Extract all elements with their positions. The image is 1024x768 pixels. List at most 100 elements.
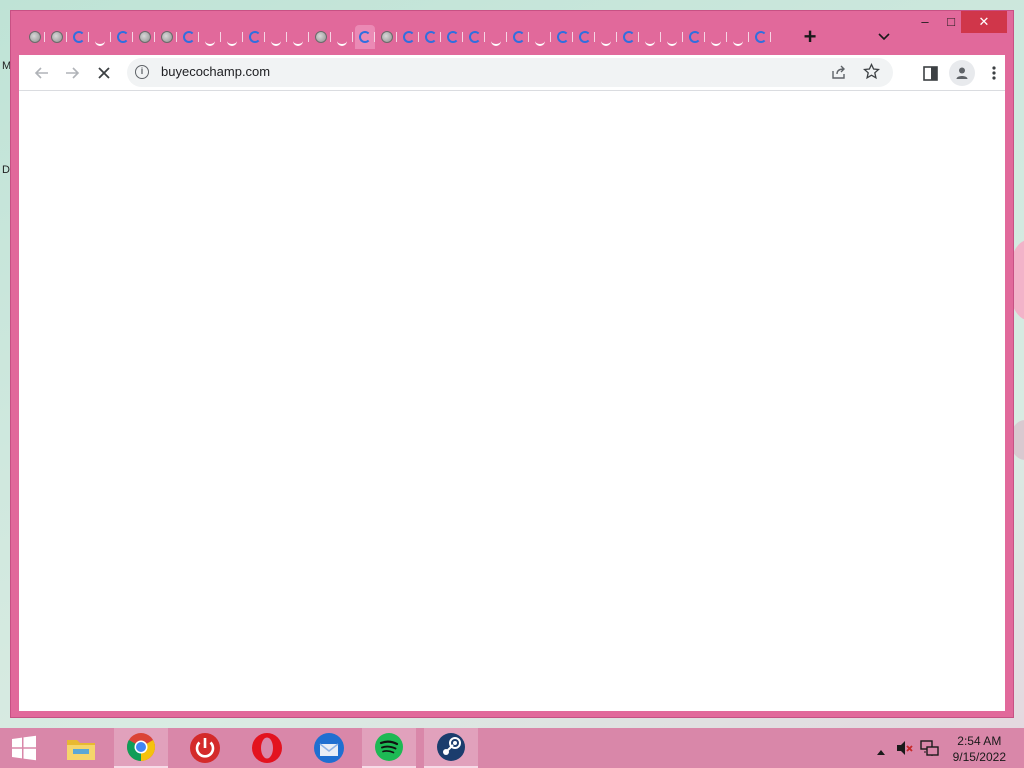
browser-tab[interactable] — [509, 25, 529, 49]
tab-favicon-icon — [29, 31, 41, 43]
desktop-edge-letter: D — [2, 164, 10, 176]
browser-tab[interactable] — [25, 25, 45, 49]
browser-tab[interactable] — [641, 25, 661, 49]
page-content[interactable] — [19, 91, 1005, 711]
tab-favicon-icon — [95, 36, 105, 46]
back-arrow-icon — [34, 67, 48, 79]
browser-tab[interactable] — [267, 25, 287, 49]
address-url[interactable]: buyecochamp.com — [161, 64, 270, 79]
tab-separator — [198, 32, 199, 42]
tab-separator — [748, 32, 749, 42]
tab-favicon-icon — [403, 31, 415, 43]
more-vertical-icon — [992, 66, 996, 80]
browser-tab[interactable] — [399, 25, 419, 49]
tab-separator — [242, 32, 243, 42]
tab-favicon-icon — [447, 31, 459, 43]
tab-favicon-icon — [293, 36, 303, 46]
chrome-icon — [127, 733, 155, 761]
browser-tab[interactable] — [355, 25, 375, 49]
tab-separator — [660, 32, 661, 42]
menu-button[interactable] — [981, 60, 1007, 86]
browser-tab[interactable] — [465, 25, 485, 49]
tab-favicon-icon — [535, 36, 545, 46]
browser-tab[interactable] — [707, 25, 727, 49]
taskbar-steam[interactable] — [424, 728, 478, 768]
tab-separator — [264, 32, 265, 42]
taskbar-clock[interactable]: 2:54 AM 9/15/2022 — [953, 733, 1006, 765]
tab-favicon-icon — [755, 31, 767, 43]
taskbar-opera[interactable] — [240, 728, 294, 768]
side-panel-button[interactable] — [917, 60, 943, 86]
back-button[interactable] — [29, 60, 55, 86]
tab-favicon-icon — [161, 31, 173, 43]
tab-separator — [132, 32, 133, 42]
bookmark-star-icon[interactable] — [862, 62, 881, 85]
browser-tab[interactable] — [47, 25, 67, 49]
address-bar[interactable]: i buyecochamp.com — [127, 58, 893, 87]
tab-separator — [572, 32, 573, 42]
browser-tab[interactable] — [377, 25, 397, 49]
browser-tab[interactable] — [223, 25, 243, 49]
tab-favicon-icon — [645, 36, 655, 46]
tab-separator — [220, 32, 221, 42]
tab-separator — [418, 32, 419, 42]
taskbar-spotify[interactable] — [362, 728, 416, 768]
minimize-button[interactable]: – — [911, 11, 939, 33]
browser-tab[interactable] — [421, 25, 441, 49]
tab-separator — [352, 32, 353, 42]
tab-search-button[interactable] — [873, 25, 895, 47]
browser-tab[interactable] — [575, 25, 595, 49]
start-button[interactable] — [0, 728, 48, 768]
tab-separator — [176, 32, 177, 42]
browser-tab[interactable] — [179, 25, 199, 49]
network-icon[interactable] — [920, 739, 940, 762]
forward-button[interactable] — [59, 60, 85, 86]
browser-tab[interactable] — [597, 25, 617, 49]
clock-date: 9/15/2022 — [952, 750, 1006, 764]
browser-tab[interactable] — [443, 25, 463, 49]
browser-tab[interactable] — [69, 25, 89, 49]
browser-window: + – □ ✕ i buyecochamp.com — [10, 10, 1014, 718]
volume-muted-icon[interactable] — [896, 740, 914, 761]
browser-tab[interactable] — [751, 25, 771, 49]
browser-tab[interactable] — [91, 25, 111, 49]
tab-favicon-icon — [337, 36, 347, 46]
close-button[interactable]: ✕ — [961, 11, 1007, 33]
browser-tab[interactable] — [113, 25, 133, 49]
browser-tab[interactable] — [311, 25, 331, 49]
site-info-icon[interactable]: i — [135, 65, 149, 79]
browser-tab[interactable] — [619, 25, 639, 49]
tab-favicon-icon — [183, 31, 195, 43]
browser-tab[interactable] — [531, 25, 551, 49]
chevron-down-icon — [878, 33, 890, 41]
browser-tab[interactable] — [289, 25, 309, 49]
tab-separator — [462, 32, 463, 42]
new-tab-button[interactable]: + — [797, 25, 823, 51]
browser-tab[interactable] — [553, 25, 573, 49]
tab-separator — [770, 32, 771, 42]
tab-separator — [330, 32, 331, 42]
browser-tab[interactable] — [685, 25, 705, 49]
browser-tab[interactable] — [333, 25, 353, 49]
browser-tab[interactable] — [135, 25, 155, 49]
profile-button[interactable] — [949, 60, 975, 86]
stop-loading-button[interactable] — [91, 60, 117, 86]
opera-icon — [252, 733, 282, 763]
browser-tab[interactable] — [729, 25, 749, 49]
taskbar-thunderbird[interactable] — [302, 728, 356, 768]
browser-tab[interactable] — [245, 25, 265, 49]
taskbar-chrome[interactable] — [114, 728, 168, 768]
tray-overflow-icon[interactable] — [876, 743, 886, 761]
tab-favicon-icon — [51, 31, 63, 43]
browser-tab[interactable] — [663, 25, 683, 49]
browser-tab[interactable] — [201, 25, 221, 49]
browser-tab[interactable] — [487, 25, 507, 49]
taskbar-power-app[interactable] — [178, 728, 232, 768]
tab-separator — [374, 32, 375, 42]
tab-separator — [440, 32, 441, 42]
share-icon[interactable] — [831, 64, 847, 85]
browser-tab[interactable] — [157, 25, 177, 49]
browser-toolbar: i buyecochamp.com — [19, 55, 1005, 91]
tab-list — [25, 25, 771, 51]
taskbar-file-explorer[interactable] — [54, 728, 108, 768]
